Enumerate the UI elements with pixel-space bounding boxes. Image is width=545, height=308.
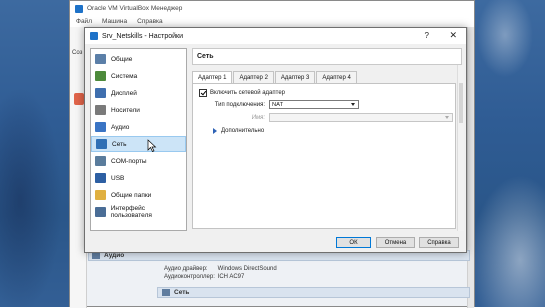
audio-controller-row: Аудиоконтроллер: ICH AC97 [164,274,244,280]
network-section-header[interactable]: Сеть [157,287,470,298]
attached-to-value: NAT [272,101,284,108]
category-serial-ports[interactable]: COM-порты [91,153,186,169]
virtualbox-icon [75,4,83,13]
usb-icon [95,173,106,183]
manager-titlebar: Oracle VM VirtualBox Менеджер [70,1,474,16]
serial-port-icon [95,156,106,166]
network-icon [162,289,170,296]
system-icon [95,71,106,81]
category-storage[interactable]: Носители [91,102,186,118]
chevron-down-icon [351,103,355,106]
category-label: USB [111,174,125,182]
dialog-title: Srv_Netskills - Настройки [102,32,183,40]
mouse-cursor-icon [147,139,157,152]
category-display[interactable]: Дисплей [91,85,186,101]
advanced-toggle[interactable]: Дополнительно [213,128,264,134]
virtualbox-icon [90,32,98,40]
display-icon [95,88,106,98]
category-general[interactable]: Общие [91,51,186,67]
audio-section-title: Аудио [104,252,125,259]
attached-to-select[interactable]: NAT [269,100,359,109]
menu-machine[interactable]: Машина [102,18,127,25]
category-label: Аудио [111,123,130,131]
adapter-name-row: Имя: [197,113,453,122]
audio-driver-row: Аудио драйвер: Windows DirectSound [164,266,277,272]
tab-adapter-3[interactable]: Адаптер 3 [274,71,316,83]
tab-adapter-2[interactable]: Адаптер 2 [233,71,274,83]
adapter-panel: Включить сетевой адаптер Тип подключения… [192,83,456,229]
audio-driver-value: Windows DirectSound [217,266,277,272]
chevron-down-icon [445,116,449,119]
attached-to-row: Тип подключения: NAT [197,100,359,109]
audio-controller-key: Аудиоконтроллер: [164,274,215,280]
manager-create-label[interactable]: Соз [72,50,82,56]
dialog-titlebar: Srv_Netskills - Настройки ? ✕ [85,28,466,44]
cancel-button[interactable]: Отмена [376,237,415,248]
storage-icon [95,105,106,115]
category-label: COM-порты [111,157,147,165]
settings-scrollbar[interactable] [457,65,464,231]
category-network[interactable]: Сеть [91,136,186,152]
category-label: Дисплей [111,89,137,97]
close-button[interactable]: ✕ [449,30,457,41]
adapter-tabs: Адаптер 1 Адаптер 2 Адаптер 3 Адаптер 4 [192,71,358,84]
enable-adapter-checkbox[interactable] [199,89,207,97]
speaker-icon [92,252,100,259]
menu-help[interactable]: Справка [137,18,163,25]
network-icon [96,139,107,149]
page-title: Сеть [192,48,462,65]
manager-menubar: Файл Машина Справка [70,16,474,27]
adapter-name-select[interactable] [269,113,453,122]
audio-controller-value: ICH AC97 [217,274,245,280]
category-label: Интерфейс пользователя [110,205,152,219]
expand-arrow-icon [213,128,217,134]
category-usb[interactable]: USB [91,170,186,186]
menu-file[interactable]: Файл [76,18,92,25]
attached-to-label: Тип подключения: [214,101,265,108]
audio-icon [95,122,106,132]
category-label: Носители [111,106,140,114]
audio-driver-key: Аудио драйвер: [164,266,208,272]
manager-title: Oracle VM VirtualBox Менеджер [87,5,183,12]
category-label: Общие папки [111,191,152,199]
enable-adapter-row[interactable]: Включить сетевой адаптер [199,89,285,97]
category-label: Система [111,72,138,80]
manager-scrollbar[interactable] [467,27,474,308]
settings-category-list: Общие Система Дисплей Носители Аудио Сет… [90,48,187,231]
category-label: Общие [111,55,133,63]
category-user-interface[interactable]: Интерфейс пользователя [91,204,186,220]
help-dialog-button[interactable]: Справка [419,237,459,248]
ok-button[interactable]: ОК [336,237,371,248]
advanced-label: Дополнительно [221,128,265,134]
category-audio[interactable]: Аудио [91,119,186,135]
help-button[interactable]: ? [425,31,429,40]
scrollbar-thumb[interactable] [459,83,463,123]
category-shared-folders[interactable]: Общие папки [91,187,186,203]
category-label: Сеть [112,140,127,148]
adapter-name-label: Имя: [251,114,265,121]
settings-dialog: Srv_Netskills - Настройки ? ✕ Общие Сист… [84,27,467,253]
general-icon [95,54,106,64]
user-interface-icon [95,207,106,217]
vm-icon[interactable] [74,93,84,105]
category-system[interactable]: Система [91,68,186,84]
shared-folders-icon [95,190,106,200]
tab-adapter-4[interactable]: Адаптер 4 [316,71,357,83]
network-section-title: Сеть [174,289,190,296]
enable-adapter-label: Включить сетевой адаптер [210,90,285,96]
